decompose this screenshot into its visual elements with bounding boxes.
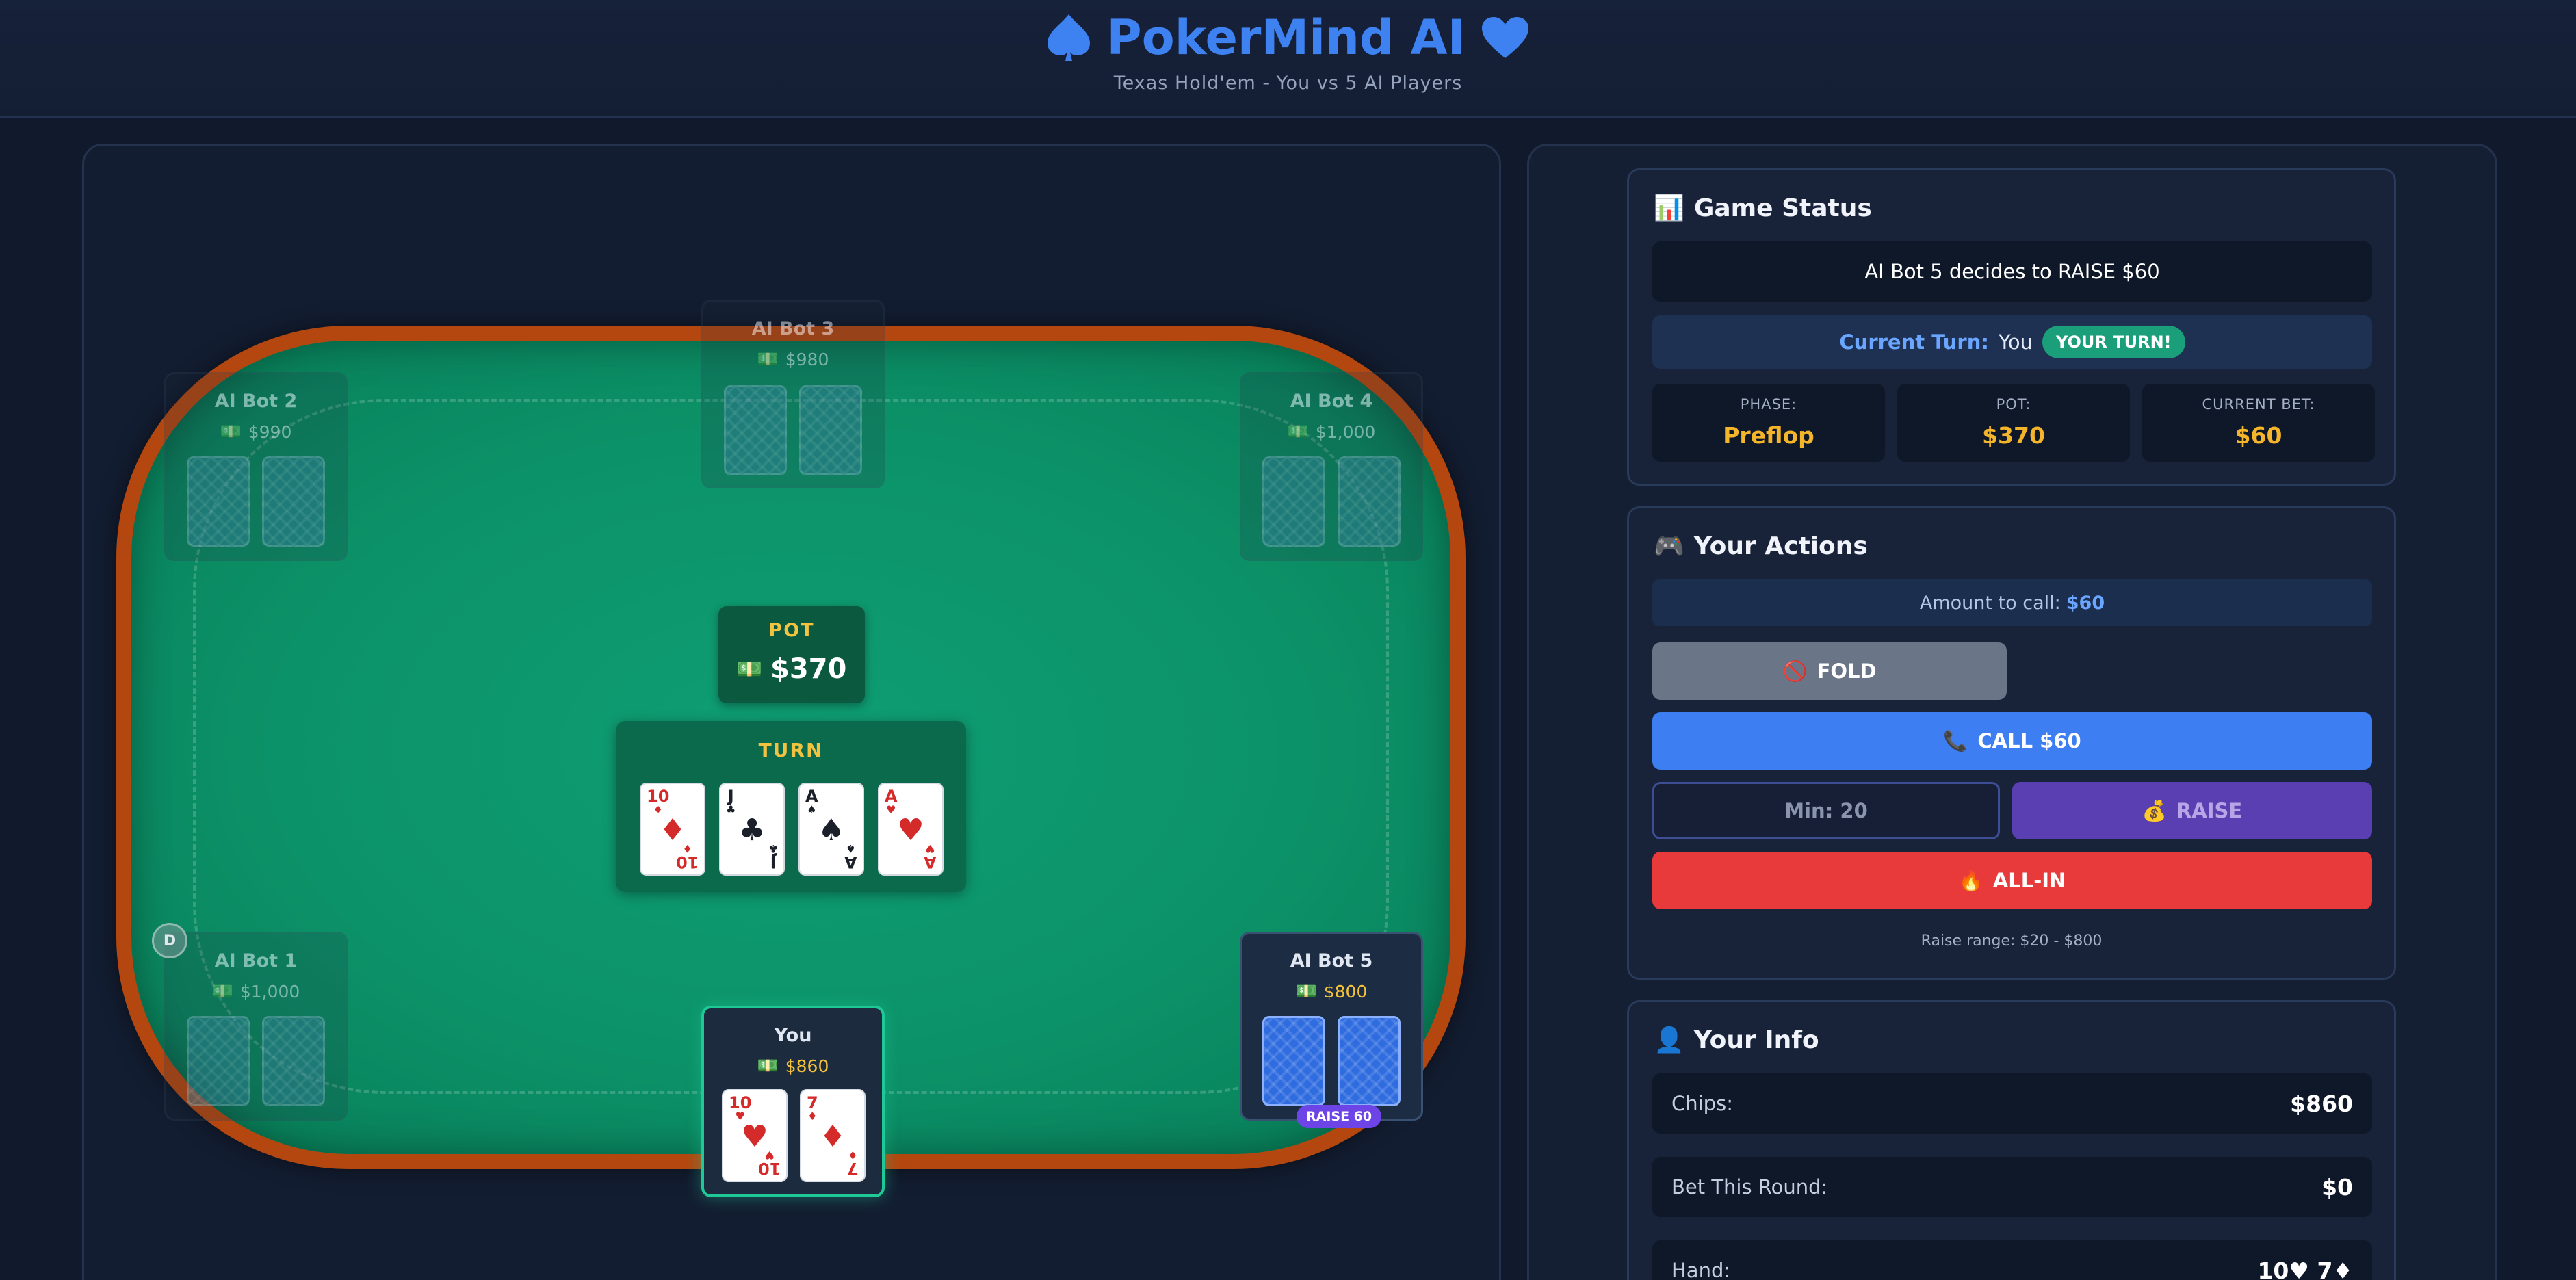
current-turn-value: You [1998, 330, 2033, 354]
heart-icon [1481, 16, 1530, 60]
card-back [1338, 1016, 1401, 1106]
current-turn-row: Current Turn: You YOUR TURN! [1652, 315, 2372, 369]
card-back [799, 385, 862, 475]
seat-ai-bot-1: AI Bot 1 💵 $1,000 [164, 932, 348, 1121]
card-back [1262, 1016, 1325, 1106]
raise-range: Raise range: $20 - $800 [1921, 932, 2103, 950]
money-icon: 💵 [736, 657, 763, 681]
money-icon: 💵 [220, 421, 242, 441]
card-back [187, 456, 250, 547]
actions-title: 🎮 Your Actions [1654, 532, 1868, 561]
seat-chips: 💵 $1,000 [211, 981, 300, 1002]
card-back [1262, 456, 1325, 547]
community-board: TURN 10 ♦ ♦ 10 ♦ J ♣ ♣ J ♣ A ♠ ♠ A ♠ A ♥ ♥ A ♥ [616, 721, 966, 892]
fire-icon: 🔥 [1958, 868, 1983, 892]
chart-icon: 📊 [1654, 194, 1684, 222]
seat-ai-bot-2: AI Bot 2 💵 $990 [164, 372, 348, 561]
seat-chips: 💵 $800 [1295, 981, 1368, 1002]
hole-card: 10 ♥ ♥ 10 ♥ [722, 1089, 788, 1182]
card-back [187, 1016, 250, 1106]
seat-name: AI Bot 3 [751, 318, 835, 339]
app-header: PokerMind AI Texas Hold'em - You vs 5 AI… [0, 0, 2576, 118]
current-turn-label: Current Turn: [1839, 330, 1989, 354]
community-card: A ♥ ♥ A ♥ [878, 783, 944, 876]
no-entry-icon: 🚫 [1782, 659, 1808, 683]
board-phase-label: TURN [758, 739, 824, 761]
seat-chips: 💵 $1,000 [1287, 421, 1376, 442]
pot-stat: POT: $370 [1897, 384, 2130, 462]
pot-label: POT [768, 620, 815, 641]
seat-name: You [774, 1025, 812, 1046]
seat-ai-bot-5: AI Bot 5 💵 $800 RAISE 60 [1240, 932, 1423, 1128]
status-message: AI Bot 5 decides to RAISE $60 [1652, 241, 2372, 302]
call-button[interactable]: 📞 CALL $60 [1652, 712, 2372, 770]
seat-ai-bot-3: AI Bot 3 💵 $980 [701, 300, 885, 488]
actions-card: 🎮 Your Actions Amount to call: $60 🚫 FOLD 📞… [1627, 506, 2396, 980]
chips-row: Chips: $860 [1652, 1073, 2372, 1134]
app-subtitle: Texas Hold'em - You vs 5 AI Players [1113, 73, 1463, 94]
seat-chips: 💵 $980 [757, 349, 829, 369]
seat-name: AI Bot 4 [1290, 391, 1373, 412]
card-back [1338, 456, 1401, 547]
card-back [262, 456, 325, 547]
money-icon: 💵 [757, 1056, 779, 1075]
current-bet-stat: CURRENT BET: $60 [2142, 384, 2375, 462]
action-badge: RAISE 60 [1297, 1105, 1382, 1128]
fold-button[interactable]: 🚫 FOLD [1652, 642, 2007, 700]
spade-icon [1046, 13, 1091, 62]
gamepad-icon: 🎮 [1654, 532, 1684, 560]
game-status-title: 📊 Game Status [1654, 194, 1872, 223]
your-info-card: 👤 Your Info Chips: $860 Bet This Round: $0 … [1627, 1000, 2396, 1280]
card-back [262, 1016, 325, 1106]
amount-to-call: Amount to call: $60 [1652, 579, 2372, 626]
community-card: J ♣ ♣ J ♣ [719, 783, 785, 876]
pot-display: POT 💵 $370 [718, 606, 865, 703]
money-icon: 💵 [1287, 421, 1309, 441]
all-in-button[interactable]: 🔥 ALL-IN [1652, 852, 2372, 909]
raise-button[interactable]: 💰 RAISE [2012, 782, 2372, 839]
phone-icon: 📞 [1943, 729, 1968, 753]
money-icon: 💵 [757, 349, 779, 369]
card-back [724, 385, 787, 475]
user-icon: 👤 [1654, 1026, 1684, 1054]
community-card: 10 ♦ ♦ 10 ♦ [640, 783, 705, 876]
hole-card: 7 ♦ ♦ 7 ♦ [800, 1089, 866, 1182]
raise-amount-input[interactable]: Min: 20 [1652, 782, 2000, 839]
your-turn-badge: YOUR TURN! [2042, 326, 2185, 358]
game-status-card: 📊 Game Status AI Bot 5 decides to RAISE $… [1627, 168, 2396, 486]
hand-row: Hand: 10♥ 7♦ [1652, 1240, 2372, 1280]
seat-ai-bot-4: AI Bot 4 💵 $1,000 [1240, 372, 1423, 561]
seat-name: AI Bot 5 [1290, 950, 1373, 971]
money-icon: 💵 [211, 981, 233, 1001]
seat-chips: 💵 $860 [757, 1056, 829, 1076]
community-card: A ♠ ♠ A ♠ [798, 783, 864, 876]
app-title: PokerMind AI [0, 10, 2576, 66]
bet-this-round-row: Bet This Round: $0 [1652, 1157, 2372, 1217]
dealer-button: D [152, 923, 187, 958]
money-bag-icon: 💰 [2142, 798, 2167, 822]
seat-you: You 💵 $860 10 ♥ ♥ 10 ♥ 7 ♦ ♦ 7 ♦ [701, 1006, 885, 1197]
app-title-text: PokerMind AI [1106, 10, 1466, 66]
seat-name: AI Bot 2 [214, 391, 298, 412]
phase-stat: PHASE: Preflop [1652, 384, 1885, 462]
seat-name: AI Bot 1 [214, 950, 298, 971]
seat-chips: 💵 $990 [220, 421, 292, 442]
your-info-title: 👤 Your Info [1654, 1026, 1819, 1055]
money-icon: 💵 [1295, 981, 1317, 1001]
pot-amount: 💵 $370 [736, 653, 847, 685]
